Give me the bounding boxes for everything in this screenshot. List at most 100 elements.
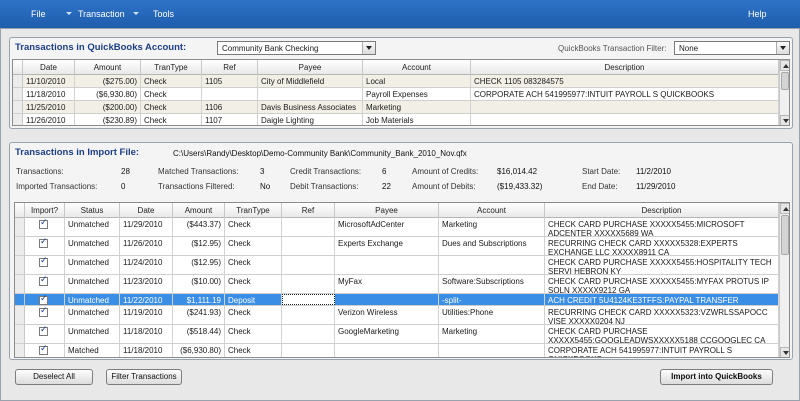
column-header[interactable]: Payee — [335, 203, 439, 218]
table-cell[interactable] — [282, 344, 335, 357]
table-cell[interactable]: Utilities:Phone — [439, 306, 545, 324]
row-selector[interactable] — [15, 325, 25, 343]
start-date-label: Start Date: — [582, 167, 621, 176]
table-cell[interactable] — [282, 237, 335, 255]
row-selector[interactable] — [13, 101, 23, 113]
table-row[interactable]: Matched11/18/2010($6,930.80)Check CORPORA… — [15, 344, 779, 357]
qb-grid-scrollbar[interactable] — [779, 60, 789, 125]
table-cell[interactable] — [335, 344, 439, 357]
import-checkbox[interactable] — [39, 256, 48, 267]
row-selector[interactable] — [13, 114, 23, 125]
column-header[interactable]: Date — [23, 60, 75, 75]
scroll-up-icon[interactable] — [780, 203, 789, 214]
account-select[interactable]: Community Bank Checking — [217, 41, 376, 55]
import-grid-scrollbar[interactable] — [779, 203, 789, 357]
column-header[interactable]: Ref — [282, 203, 335, 218]
table-row[interactable]: Unmatched11/29/2010($443.37)Check Microso… — [15, 218, 779, 237]
deselect-all-button[interactable]: Deselect All — [15, 369, 93, 385]
table-row[interactable]: Unmatched11/26/2010($12.95)Check Experts … — [15, 237, 779, 256]
column-header[interactable]: TranType — [225, 203, 282, 218]
import-checkbox[interactable] — [39, 306, 48, 317]
table-row[interactable]: Unmatched11/19/2010($241.93)Check Verizon… — [15, 306, 779, 325]
row-selector[interactable] — [13, 75, 23, 87]
qb-filter-select[interactable]: None — [674, 41, 790, 55]
table-row[interactable]: Unmatched11/22/2010$1,111.19Deposit -spli… — [15, 294, 779, 306]
table-cell[interactable]: Software:Subscriptions — [439, 275, 545, 293]
row-selector[interactable] — [15, 344, 25, 357]
row-selector[interactable] — [15, 237, 25, 255]
menu-help[interactable]: Help — [748, 9, 767, 19]
row-selector[interactable] — [15, 218, 25, 236]
column-header[interactable]: Ref — [202, 60, 258, 75]
main-area: Transactions in QuickBooks Account: Comm… — [0, 28, 800, 401]
table-cell[interactable]: MyFax — [335, 275, 439, 293]
table-cell[interactable] — [335, 256, 439, 274]
table-cell[interactable] — [439, 344, 545, 357]
row-selector[interactable] — [13, 88, 23, 100]
chevron-down-icon[interactable] — [776, 42, 789, 54]
table-cell[interactable]: GoogleMarketing — [335, 325, 439, 343]
import-panel-title: Transactions in Import File: — [15, 147, 140, 158]
table-cell: Unmatched — [65, 325, 120, 343]
table-cell[interactable] — [335, 294, 439, 305]
table-cell[interactable]: Marketing — [439, 218, 545, 236]
import-checkbox[interactable] — [39, 294, 48, 305]
row-selector[interactable] — [15, 306, 25, 324]
import-checkbox[interactable] — [39, 218, 48, 229]
table-cell: 11/24/2010 — [120, 256, 173, 274]
table-cell: 11/26/2010 — [120, 237, 173, 255]
row-selector[interactable] — [15, 294, 25, 305]
column-header[interactable]: TranType — [141, 60, 202, 75]
filter-transactions-button[interactable]: Filter Transactions — [106, 369, 182, 385]
column-header[interactable]: Description — [471, 60, 779, 75]
table-cell[interactable] — [282, 306, 335, 324]
table-cell[interactable] — [282, 325, 335, 343]
table-cell[interactable] — [282, 275, 335, 293]
table-cell[interactable] — [282, 294, 335, 305]
table-row[interactable]: 11/18/2010 ($6,930.80) Check Payroll Expens… — [13, 88, 779, 101]
table-cell — [471, 114, 779, 125]
import-checkbox[interactable] — [39, 237, 48, 248]
table-cell[interactable]: Marketing — [439, 325, 545, 343]
import-into-quickbooks-button[interactable]: Import into QuickBooks — [660, 369, 773, 385]
chevron-down-icon[interactable] — [362, 42, 375, 54]
table-cell[interactable] — [439, 256, 545, 274]
column-header[interactable]: Import? — [25, 203, 65, 218]
scroll-thumb[interactable] — [781, 215, 789, 255]
table-row[interactable]: 11/10/2010 ($275.00) Check 1105 City of Midd… — [13, 75, 779, 88]
table-cell[interactable]: Experts Exchange — [335, 237, 439, 255]
table-row[interactable]: Unmatched11/18/2010($518.44)Check GoogleM… — [15, 325, 779, 344]
table-cell[interactable]: MicrosoftAdCenter — [335, 218, 439, 236]
import-checkbox[interactable] — [39, 275, 48, 286]
table-cell[interactable]: Verizon Wireless — [335, 306, 439, 324]
row-selector[interactable] — [15, 256, 25, 274]
table-cell[interactable] — [282, 218, 335, 236]
column-header[interactable]: Date — [120, 203, 173, 218]
column-header[interactable]: Amount — [75, 60, 141, 75]
column-header[interactable]: Account — [439, 203, 545, 218]
table-cell[interactable] — [282, 256, 335, 274]
table-cell[interactable]: -split- — [439, 294, 545, 305]
import-checkbox[interactable] — [39, 325, 48, 336]
table-row[interactable]: 11/25/2010 ($200.00) Check 1106 Davis Busine… — [13, 101, 779, 114]
column-header[interactable]: Status — [65, 203, 120, 218]
menu-tools[interactable]: Tools — [153, 9, 174, 19]
import-checkbox[interactable] — [39, 344, 48, 355]
column-header[interactable]: Amount — [173, 203, 225, 218]
scroll-down-icon[interactable] — [780, 347, 789, 357]
table-row[interactable]: Unmatched11/23/2010($10.00)Check MyFaxSof… — [15, 275, 779, 294]
scroll-down-icon[interactable] — [780, 115, 789, 125]
table-row[interactable]: Unmatched11/24/2010($12.95)Check CHECK CA… — [15, 256, 779, 275]
column-header[interactable]: Description — [545, 203, 779, 218]
row-selector[interactable] — [15, 275, 25, 293]
table-row[interactable]: 11/26/2010 ($230.89) Check 1107 Daigle Light… — [13, 114, 779, 125]
column-header[interactable]: Account — [363, 60, 471, 75]
scroll-thumb[interactable] — [781, 72, 789, 90]
menu-bar: File Transaction Tools Help — [0, 0, 800, 28]
column-header[interactable]: Payee — [258, 60, 363, 75]
table-cell — [202, 88, 258, 100]
table-cell[interactable]: Dues and Subscriptions — [439, 237, 545, 255]
menu-transaction[interactable]: Transaction — [78, 9, 125, 19]
menu-file[interactable]: File — [31, 9, 46, 19]
scroll-up-icon[interactable] — [780, 60, 789, 71]
